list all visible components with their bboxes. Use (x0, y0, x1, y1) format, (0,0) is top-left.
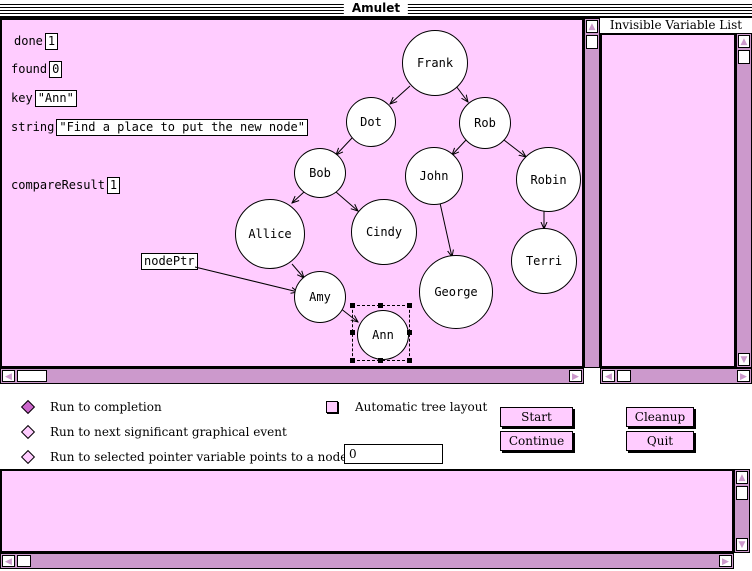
selection-handles[interactable] (350, 303, 412, 363)
invisible-list-title: Invisible Variable List (609, 18, 743, 32)
node-dot[interactable]: Dot (346, 97, 396, 147)
output-scroll-down-icon[interactable]: ▼ (736, 538, 748, 551)
output-scroll-right-icon[interactable]: ▶ (719, 555, 732, 567)
invisible-variable-list[interactable] (600, 33, 736, 368)
key-input[interactable]: 0 (344, 444, 443, 464)
node-terri[interactable]: Terri (511, 228, 577, 294)
node-rob[interactable]: Rob (459, 97, 511, 149)
node-bob[interactable]: Bob (294, 148, 346, 198)
list-vscrollbar[interactable]: ▲ ▼ (736, 33, 752, 368)
edge-allice-amy (291, 263, 304, 278)
start-button[interactable]: Start (500, 407, 573, 427)
list-scroll-up-icon[interactable]: ▲ (738, 35, 750, 48)
output-hscroll-thumb[interactable] (17, 555, 31, 567)
output-hscrollbar[interactable]: ◀ ▶ (0, 553, 734, 569)
canvas-scroll-up-icon[interactable]: ▲ (586, 20, 598, 33)
node-amy[interactable]: Amy (294, 271, 346, 323)
edge-john-george (439, 202, 452, 257)
canvas-hscroll-thumb[interactable] (17, 370, 47, 382)
list-vscroll-thumb[interactable] (738, 50, 750, 64)
auto-layout-checkbox[interactable] (326, 401, 338, 413)
quit-button[interactable]: Quit (626, 431, 694, 451)
canvas-hscrollbar[interactable]: ◀ ▶ (0, 368, 584, 384)
output-vscroll-thumb[interactable] (736, 486, 748, 500)
run-next-event-label: Run to next significant graphical event (50, 425, 287, 439)
edge-bob-cindy (335, 191, 358, 211)
canvas-vscrollbar[interactable]: ▲ (584, 18, 600, 368)
run-completion-label: Run to completion (50, 400, 162, 414)
edge-frank-rob (455, 85, 468, 102)
window-title: Amulet (343, 1, 409, 16)
continue-button[interactable]: Continue (500, 431, 573, 451)
canvas-scroll-left-icon[interactable]: ◀ (2, 370, 15, 382)
output-vscrollbar[interactable]: ▲ ▼ (734, 469, 750, 553)
edge-rob-john (452, 139, 467, 155)
radio-run-completion[interactable] (20, 399, 36, 415)
edge-bob-allice (292, 191, 305, 203)
radio-run-pointer[interactable] (20, 449, 36, 465)
list-scroll-down-icon[interactable]: ▼ (738, 353, 750, 366)
tree-canvas[interactable]: done 1 found 0 key "Ann" string "Find a plac… (0, 18, 584, 368)
canvas-scroll-right-icon[interactable]: ▶ (569, 370, 582, 382)
list-hscroll-thumb[interactable] (617, 370, 631, 382)
node-john[interactable]: John (405, 147, 463, 205)
node-cindy[interactable]: Cindy (351, 199, 417, 265)
tree-edges (194, 85, 582, 366)
node-allice[interactable]: Allice (235, 199, 305, 269)
node-george[interactable]: George (419, 255, 493, 329)
output-scroll-up-icon[interactable]: ▲ (736, 471, 748, 484)
node-robin[interactable]: Robin (516, 147, 581, 212)
canvas-vscroll-thumb[interactable] (586, 35, 598, 49)
auto-layout-label: Automatic tree layout (355, 400, 488, 414)
output-pane[interactable] (0, 469, 734, 553)
list-hscrollbar[interactable]: ◀ ▶ (600, 368, 752, 384)
output-scroll-left-icon[interactable]: ◀ (2, 555, 15, 567)
list-scroll-left-icon[interactable]: ◀ (602, 370, 615, 382)
edge-nodeptr-amy (194, 266, 298, 292)
edge-rob-robin (503, 139, 526, 157)
title-bar[interactable]: Amulet (0, 0, 752, 18)
node-frank[interactable]: Frank (402, 30, 468, 96)
list-scroll-right-icon[interactable]: ▶ (737, 370, 750, 382)
radio-run-next-event[interactable] (20, 424, 36, 440)
edge-dot-bob (336, 137, 353, 155)
edge-frank-dot (390, 85, 411, 104)
cleanup-button[interactable]: Cleanup (626, 407, 694, 427)
